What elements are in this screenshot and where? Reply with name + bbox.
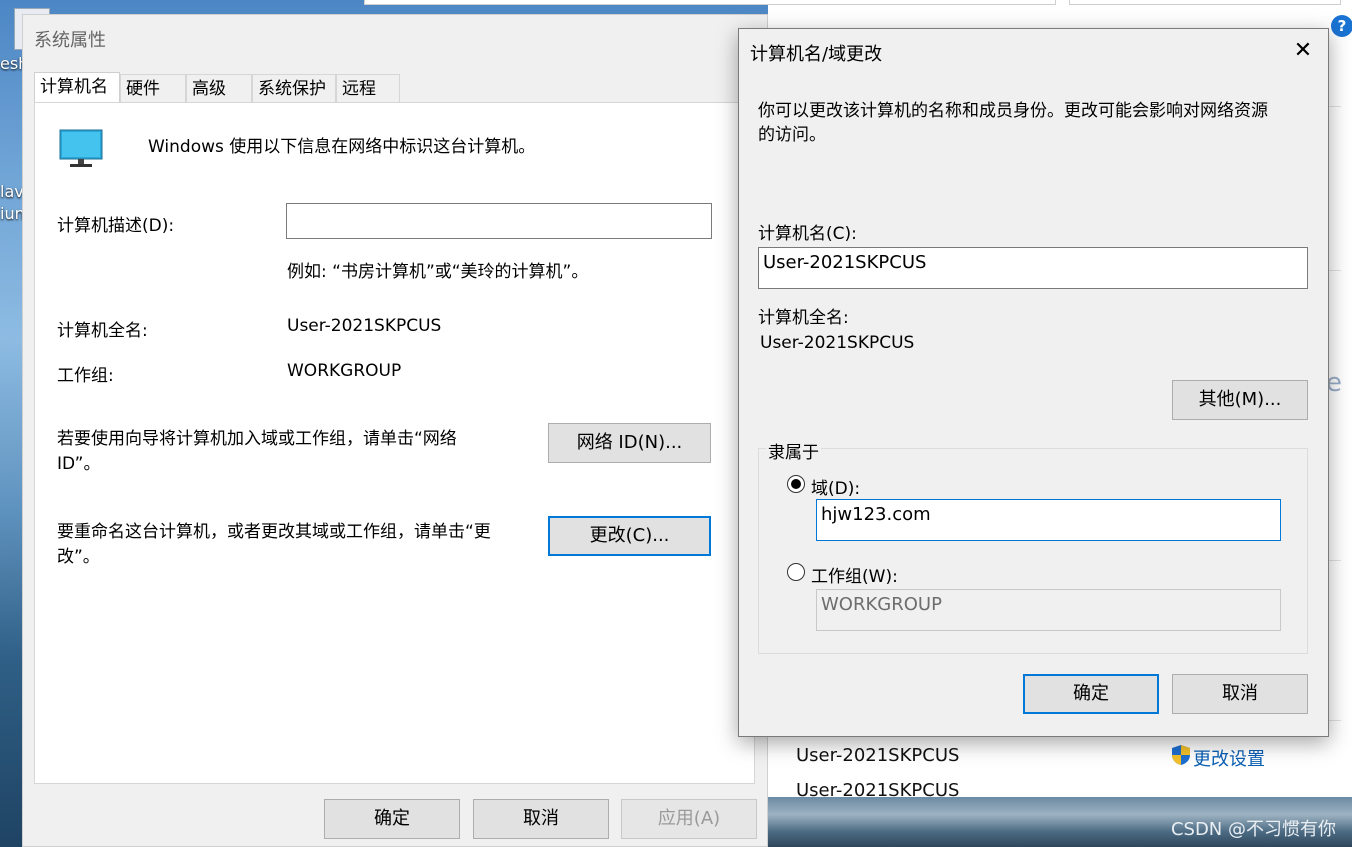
rename-intro-cont: 的访问。 bbox=[758, 125, 826, 145]
computer-description-label: 计算机描述(D): bbox=[57, 216, 175, 236]
computer-name-value: User-2021SKPCUS bbox=[763, 252, 927, 273]
computer-description-input[interactable] bbox=[286, 203, 712, 239]
network-id-instructions: 若要使用向导将计算机加入域或工作组，请单击“网络 bbox=[57, 429, 457, 449]
tab-advanced[interactable]: 高级 bbox=[186, 74, 252, 102]
apply-button[interactable]: 应用(A) bbox=[621, 799, 757, 839]
background-address-bar bbox=[364, 0, 1056, 5]
rename-instructions: 要重命名这台计算机，或者更改其域或工作组，请单击“更 bbox=[57, 522, 491, 542]
radio-selected-dot bbox=[791, 479, 801, 489]
computer-name-label: 计算机名(C): bbox=[758, 224, 857, 244]
full-name-value: User-2021SKPCUS bbox=[287, 316, 442, 336]
workgroup-label: 工作组: bbox=[57, 366, 114, 386]
example-hint: 例如: “书房计算机”或“美玲的计算机”。 bbox=[287, 262, 589, 282]
domain-radio[interactable] bbox=[787, 475, 805, 493]
workgroup-label: 工作组(W): bbox=[811, 567, 898, 587]
divider bbox=[1329, 720, 1341, 721]
domain-input[interactable]: hjw123.com bbox=[816, 499, 1281, 541]
change-settings-link[interactable]: 更改设置 bbox=[1193, 745, 1265, 771]
close-icon[interactable]: ✕ bbox=[1290, 38, 1316, 64]
watermark: CSDN @不习惯有你 bbox=[1170, 819, 1336, 840]
help-icon[interactable]: ? bbox=[1331, 15, 1352, 37]
rename-instructions-cont: 改”。 bbox=[57, 547, 100, 567]
background-search-box bbox=[1069, 0, 1341, 5]
full-name-value: User-2021SKPCUS bbox=[760, 333, 915, 353]
domain-value: hjw123.com bbox=[821, 504, 931, 525]
network-id-button[interactable]: 网络 ID(N)... bbox=[548, 423, 711, 463]
change-button[interactable]: 更改(C)... bbox=[548, 516, 711, 556]
tab-computer-name[interactable]: 计算机名 bbox=[34, 72, 120, 103]
ok-button[interactable]: 确定 bbox=[324, 799, 460, 839]
divider bbox=[1329, 560, 1341, 561]
dialog-title: 系统属性 bbox=[34, 30, 106, 51]
workgroup-input[interactable]: WORKGROUP bbox=[816, 589, 1281, 631]
workgroup-radio[interactable] bbox=[787, 563, 805, 581]
full-name-label: 计算机全名: bbox=[57, 321, 148, 341]
dialog-title: 计算机名/域更改 bbox=[750, 44, 883, 65]
ok-button[interactable]: 确定 bbox=[1023, 674, 1159, 714]
tab-remote[interactable]: 远程 bbox=[336, 74, 400, 102]
divider bbox=[1329, 270, 1341, 271]
tab-system-protection[interactable]: 系统保护 bbox=[252, 74, 336, 102]
member-of-label: 隶属于 bbox=[766, 438, 821, 463]
workgroup-value: WORKGROUP bbox=[287, 361, 402, 381]
computer-monitor-icon bbox=[59, 129, 103, 167]
desktop-icon-label: lav bbox=[0, 182, 24, 201]
cancel-button[interactable]: 取消 bbox=[1172, 674, 1308, 714]
background-computer-name: User-2021SKPCUS bbox=[796, 745, 960, 766]
divider bbox=[1329, 106, 1341, 107]
full-name-label: 计算机全名: bbox=[758, 308, 849, 328]
tab-hardware[interactable]: 硬件 bbox=[120, 74, 186, 102]
computer-name-input[interactable]: User-2021SKPCUS bbox=[758, 247, 1308, 289]
more-button[interactable]: 其他(M)... bbox=[1172, 380, 1308, 420]
workgroup-value: WORKGROUP bbox=[821, 594, 942, 615]
cancel-button[interactable]: 取消 bbox=[473, 799, 609, 839]
domain-label: 域(D): bbox=[811, 479, 861, 499]
intro-text: Windows 使用以下信息在网络中标识这台计算机。 bbox=[148, 137, 536, 157]
uac-shield-icon bbox=[1172, 745, 1190, 765]
network-id-instructions-cont: ID”。 bbox=[57, 454, 101, 474]
rename-intro: 你可以更改该计算机的名称和成员身份。更改可能会影响对网络资源 bbox=[758, 101, 1268, 121]
